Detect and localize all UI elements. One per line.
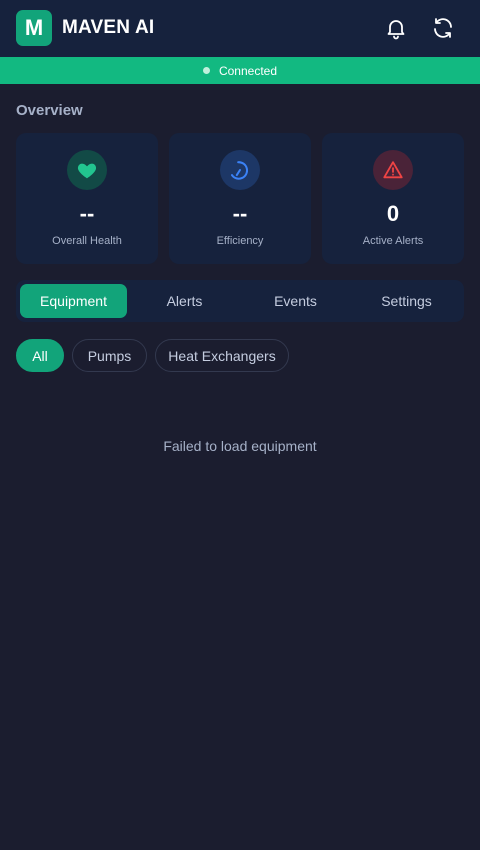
connection-status-bar: Connected	[0, 57, 480, 84]
heart-icon	[77, 163, 97, 179]
tab-alerts[interactable]: Alerts	[131, 284, 238, 318]
equipment-error-message: Failed to load equipment	[163, 438, 317, 454]
efficiency-value: --	[232, 201, 248, 226]
overall-health-label: Overall Health	[52, 235, 122, 247]
tab-equipment[interactable]: Equipment	[20, 284, 127, 318]
main-tabs: Equipment Alerts Events Settings	[16, 280, 464, 322]
efficiency-icon-badge	[220, 150, 260, 190]
status-dot-icon	[202, 67, 210, 74]
efficiency-label: Efficiency	[216, 235, 264, 247]
app-logo: M	[16, 10, 52, 46]
bell-icon	[387, 20, 405, 40]
tab-events[interactable]: Events	[242, 284, 349, 318]
active-alerts-card: 0 Active Alerts	[322, 133, 464, 264]
overall-health-value: --	[79, 201, 95, 226]
app-header: M MAVEN AI	[0, 0, 480, 57]
active-alerts-value: 0	[386, 201, 400, 226]
app-title: MAVEN AI	[62, 17, 155, 38]
filter-all-chip[interactable]: All	[16, 339, 64, 372]
connection-status-text: Connected	[218, 63, 278, 78]
refresh-icon	[434, 18, 452, 38]
refresh-button[interactable]	[428, 13, 458, 43]
warning-icon	[383, 161, 403, 179]
active-alerts-label: Active Alerts	[362, 235, 424, 247]
overview-title: Overview	[16, 102, 83, 119]
filter-heat-exchangers-chip[interactable]: Heat Exchangers	[155, 339, 289, 372]
filter-pumps-chip[interactable]: Pumps	[72, 339, 147, 372]
logo-letter: M	[24, 15, 44, 40]
alerts-icon-badge	[373, 150, 413, 190]
health-icon-badge	[67, 150, 107, 190]
tab-settings[interactable]: Settings	[353, 284, 460, 318]
notifications-button[interactable]	[381, 13, 411, 43]
gauge-icon	[230, 161, 249, 180]
efficiency-card: -- Efficiency	[169, 133, 311, 264]
overall-health-card: -- Overall Health	[16, 133, 158, 264]
